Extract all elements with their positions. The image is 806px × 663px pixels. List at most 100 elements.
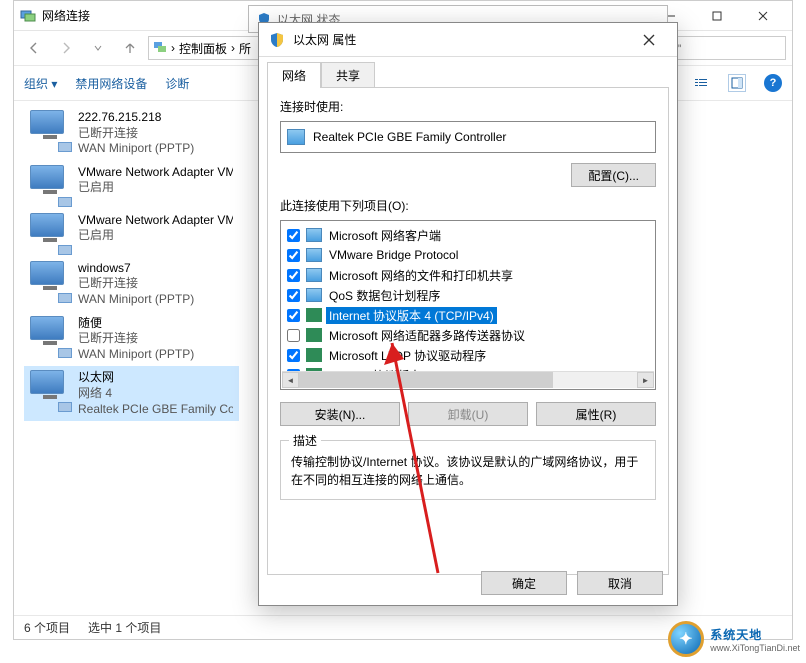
connection-icon <box>30 261 70 301</box>
nic-icon <box>287 129 305 145</box>
component-checkbox[interactable] <box>287 329 300 342</box>
properties-button[interactable]: 属性(R) <box>536 402 656 426</box>
connection-icon <box>30 110 70 150</box>
component-label: VMware Bridge Protocol <box>326 248 461 262</box>
items-label: 此连接使用下列项目(O): <box>280 197 656 214</box>
breadcrumb-current[interactable]: 所 <box>239 40 251 57</box>
connection-item[interactable]: VMware Network Adapter VMnet1 已启用 <box>24 161 239 209</box>
connection-icon <box>30 370 70 410</box>
connection-name: 222.76.215.218 <box>78 110 194 126</box>
component-label: Internet 协议版本 4 (TCP/IPv4) <box>326 307 497 324</box>
connection-name: windows7 <box>78 261 194 277</box>
item-count: 6 个项目 <box>24 619 70 636</box>
selected-count: 选中 1 个项目 <box>88 619 161 636</box>
watermark-brand: 系统天地 <box>710 626 800 643</box>
connection-driver: WAN Miniport (PPTP) <box>78 292 194 308</box>
configure-button[interactable]: 配置(C)... <box>571 163 656 187</box>
component-label: Microsoft 网络的文件和打印机共享 <box>326 267 516 284</box>
dlg-footer: 确定 取消 <box>481 571 663 595</box>
help-button[interactable]: ? <box>764 74 782 92</box>
close-button[interactable] <box>740 1 786 31</box>
component-label: Microsoft 网络客户端 <box>326 227 444 244</box>
scroll-left[interactable]: ◄ <box>282 372 299 388</box>
connection-name: 随便 <box>78 316 194 332</box>
connection-status: 已启用 <box>78 228 233 244</box>
component-row[interactable]: Microsoft 网络的文件和打印机共享 <box>283 265 653 285</box>
description-group: 描述 传输控制协议/Internet 协议。该协议是默认的广域网络协议，用于在不… <box>280 440 656 500</box>
history-dropdown[interactable] <box>84 35 112 61</box>
component-checkbox[interactable] <box>287 249 300 262</box>
maximize-button[interactable] <box>694 1 740 31</box>
connection-icon <box>30 165 70 205</box>
component-row[interactable]: Microsoft LLDP 协议驱动程序 <box>283 345 653 365</box>
connection-driver: Realtek PCIe GBE Family Co <box>78 402 233 418</box>
connection-icon <box>30 316 70 356</box>
description-legend: 描述 <box>289 432 321 449</box>
component-icon <box>306 288 322 302</box>
component-label: Microsoft 网络适配器多路传送器协议 <box>326 327 528 344</box>
disable-device-button[interactable]: 禁用网络设备 <box>75 75 147 92</box>
component-list[interactable]: Microsoft 网络客户端 VMware Bridge Protocol M… <box>280 220 656 390</box>
tab-share[interactable]: 共享 <box>321 62 375 88</box>
connection-status: 已断开连接 <box>78 331 194 347</box>
back-button[interactable] <box>20 35 48 61</box>
connection-item[interactable]: 随便 已断开连接 WAN Miniport (PPTP) <box>24 312 239 367</box>
tab-network[interactable]: 网络 <box>267 62 321 88</box>
component-icon <box>306 248 322 262</box>
component-checkbox[interactable] <box>287 229 300 242</box>
component-row[interactable]: Microsoft 网络适配器多路传送器协议 <box>283 325 653 345</box>
shield-icon <box>269 32 285 48</box>
diagnose-button[interactable]: 诊断 <box>165 75 189 92</box>
connection-item[interactable]: 以太网 网络 4 Realtek PCIe GBE Family Co <box>24 366 239 421</box>
preview-button[interactable] <box>728 74 746 92</box>
component-row[interactable]: Microsoft 网络客户端 <box>283 225 653 245</box>
component-row[interactable]: VMware Bridge Protocol <box>283 245 653 265</box>
connection-status: 网络 4 <box>78 386 233 402</box>
connect-using-label: 连接时使用: <box>280 98 656 115</box>
uninstall-button: 卸载(U) <box>408 402 528 426</box>
component-icon <box>306 328 322 342</box>
component-label: QoS 数据包计划程序 <box>326 287 443 304</box>
adapter-name: Realtek PCIe GBE Family Controller <box>313 130 506 144</box>
connection-icon <box>30 213 70 253</box>
breadcrumb-root[interactable]: 控制面板 <box>179 40 227 57</box>
component-checkbox[interactable] <box>287 289 300 302</box>
forward-button[interactable] <box>52 35 80 61</box>
component-label: Microsoft LLDP 协议驱动程序 <box>326 347 489 364</box>
breadcrumb-icon <box>153 40 167 57</box>
connection-name: VMware Network Adapter VMnet8 <box>78 213 233 229</box>
adapter-field: Realtek PCIe GBE Family Controller <box>280 121 656 153</box>
component-checkbox[interactable] <box>287 309 300 322</box>
connection-driver: WAN Miniport (PPTP) <box>78 347 194 363</box>
cancel-button[interactable]: 取消 <box>577 571 663 595</box>
ok-button[interactable]: 确定 <box>481 571 567 595</box>
component-checkbox[interactable] <box>287 269 300 282</box>
view-button[interactable] <box>692 74 710 92</box>
connection-item[interactable]: 222.76.215.218 已断开连接 WAN Miniport (PPTP) <box>24 106 239 161</box>
description-text: 传输控制协议/Internet 协议。该协议是默认的广域网络协议，用于在不同的相… <box>291 453 645 489</box>
install-button[interactable]: 安装(N)... <box>280 402 400 426</box>
connection-driver: WAN Miniport (PPTP) <box>78 141 194 157</box>
connection-item[interactable]: VMware Network Adapter VMnet8 已启用 <box>24 209 239 257</box>
organize-menu[interactable]: 组织 ▾ <box>24 75 57 92</box>
component-icon <box>306 308 322 322</box>
horizontal-scrollbar[interactable]: ◄ ► <box>282 371 654 388</box>
dlg-tabs: 网络 共享 <box>267 61 669 87</box>
dlg-close-button[interactable] <box>631 26 667 54</box>
component-icon <box>306 268 322 282</box>
component-row[interactable]: Internet 协议版本 4 (TCP/IPv4) <box>283 305 653 325</box>
network-icon <box>20 8 36 24</box>
watermark-url: www.XiTongTianDi.net <box>710 643 800 653</box>
up-button[interactable] <box>116 35 144 61</box>
connection-status: 已断开连接 <box>78 276 194 292</box>
ethernet-properties-dialog: 以太网 属性 网络 共享 连接时使用: Realtek PCIe GBE Fam… <box>258 22 678 606</box>
scroll-right[interactable]: ► <box>637 372 654 388</box>
connection-status: 已断开连接 <box>78 126 194 142</box>
component-checkbox[interactable] <box>287 349 300 362</box>
connection-name: 以太网 <box>78 370 233 386</box>
component-row[interactable]: QoS 数据包计划程序 <box>283 285 653 305</box>
connection-status: 已启用 <box>78 180 233 196</box>
scroll-thumb[interactable] <box>299 372 553 388</box>
watermark: ✦ 系统天地 www.XiTongTianDi.net <box>668 621 800 657</box>
connection-item[interactable]: windows7 已断开连接 WAN Miniport (PPTP) <box>24 257 239 312</box>
